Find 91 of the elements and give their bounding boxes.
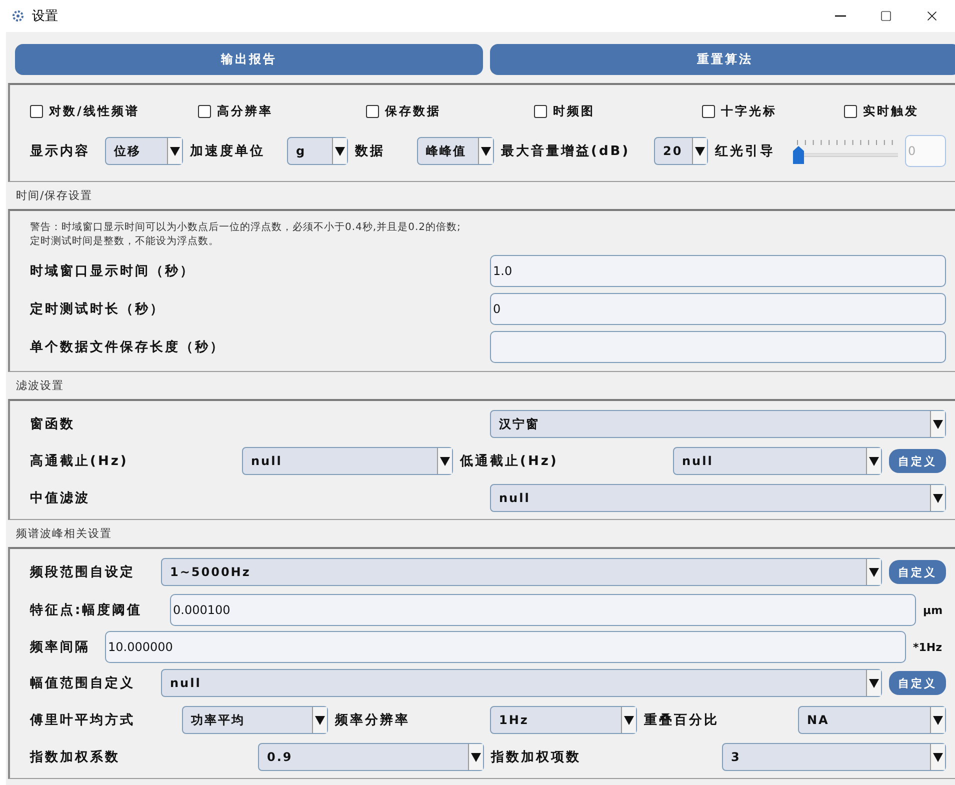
dropdown[interactable]: null — [242, 447, 453, 475]
field-label: 数据 — [355, 143, 386, 160]
checkbox-label: 实时触发 — [863, 102, 919, 120]
dropdown[interactable]: 1Hz — [490, 706, 637, 734]
warning-text: 定时测试时间是整数，不能设为浮点数。 — [30, 235, 220, 249]
caret-icon — [930, 411, 945, 437]
field-label: 加速度单位 — [190, 142, 266, 160]
checkbox-box[interactable] — [844, 104, 857, 118]
checkbox-label: 十字光标 — [721, 102, 777, 120]
dropdown[interactable]: null — [673, 447, 882, 475]
caret-icon — [468, 744, 483, 770]
field-label: 定时测试时长（秒） — [30, 300, 166, 318]
dropdown[interactable]: 20 — [654, 137, 708, 165]
field-label: 频段范围自设定 — [30, 564, 136, 581]
input-field[interactable]: 1.0 — [490, 255, 946, 287]
toolbar-button[interactable]: 重置算法 — [490, 44, 955, 75]
checkbox-label: 时频图 — [553, 102, 595, 120]
section-title: 时间/保存设置 — [15, 188, 94, 204]
field-label: 重叠百分比 — [644, 712, 720, 729]
checkbox[interactable]: 高分辨率 — [198, 102, 366, 120]
checkbox-box[interactable] — [534, 104, 547, 118]
app-icon — [12, 10, 24, 22]
checkbox[interactable]: 实时触发 — [844, 102, 955, 120]
field-label: 幅值范围自定义 — [30, 674, 136, 692]
field-label: 特征点:幅度阈值 — [30, 602, 144, 619]
dropdown[interactable]: 0.9 — [258, 743, 484, 771]
caret-icon — [167, 138, 182, 164]
field-label: 高通截止(Hz) — [30, 452, 130, 470]
warning-text: 警告：时域窗口显示时间可以为小数点后一位的浮点数，必须不小于0.4秒,并且是0.2的倍数; — [30, 221, 462, 235]
field-label: 指数加权系数 — [30, 748, 121, 766]
dropdown[interactable]: 峰峰值 — [417, 137, 494, 165]
window-title: 设置 — [32, 8, 58, 25]
dropdown[interactable]: 1~5000Hz — [161, 558, 882, 586]
checkbox-label: 保存数据 — [385, 102, 441, 120]
toolbar-button[interactable]: 输出报告 — [15, 44, 483, 75]
field-label: 频率分辨率 — [335, 712, 411, 729]
field-label: 窗函数 — [30, 416, 76, 433]
caret-icon — [621, 707, 636, 733]
caret-icon — [692, 138, 707, 164]
checkbox-box[interactable] — [702, 104, 715, 118]
dropdown[interactable]: NA — [798, 706, 946, 734]
input-field[interactable]: 10.000000 — [105, 631, 906, 663]
caret-icon — [312, 707, 327, 733]
custom-button[interactable]: 自定义 — [889, 560, 946, 584]
dropdown[interactable]: null — [490, 484, 946, 512]
custom-button[interactable]: 自定义 — [889, 449, 946, 473]
field-label: 最大音量增益(dB) — [501, 142, 632, 160]
caret-icon — [437, 448, 452, 474]
field-label: 红光引导 — [715, 143, 776, 160]
checkbox-box[interactable] — [366, 104, 379, 118]
field-label: 频率间隔 — [30, 638, 91, 656]
checkbox[interactable]: 对数/线性频谱 — [30, 102, 198, 120]
slider-thumb[interactable] — [793, 146, 804, 164]
input-field[interactable] — [490, 331, 946, 363]
field-label: 傅里叶平均方式 — [30, 712, 136, 729]
field-label: 低通截止(Hz) — [460, 453, 560, 470]
dropdown[interactable]: g — [287, 137, 348, 165]
section-title: 滤波设置 — [15, 378, 65, 394]
field-label: 显示内容 — [30, 142, 91, 160]
caret-icon — [866, 448, 881, 474]
caret-icon — [930, 485, 945, 511]
dropdown[interactable]: 功率平均 — [182, 706, 328, 734]
field-label: 中值滤波 — [30, 490, 91, 507]
checkbox[interactable]: 时频图 — [534, 102, 702, 120]
field-label: 单个数据文件保存长度（秒） — [30, 338, 226, 356]
maximize-icon — [880, 10, 892, 22]
caret-icon — [866, 559, 881, 585]
dropdown[interactable]: null — [161, 669, 882, 697]
custom-button[interactable]: 自定义 — [889, 671, 946, 695]
field-label: 指数加权项数 — [491, 749, 582, 766]
checkbox-box[interactable] — [30, 104, 43, 118]
checkbox-label: 对数/线性频谱 — [49, 102, 140, 120]
caret-icon — [478, 138, 493, 164]
caret-icon — [930, 744, 945, 770]
dropdown[interactable]: 位移 — [105, 137, 183, 165]
checkbox-box[interactable] — [198, 104, 211, 118]
minimize-icon — [834, 15, 846, 17]
unit-label: *1Hz — [913, 640, 944, 654]
section-title: 频谱波峰相关设置 — [15, 526, 113, 542]
input-field[interactable]: 0 — [490, 293, 946, 325]
checkbox[interactable]: 十字光标 — [702, 102, 844, 120]
checkbox-label: 高分辨率 — [217, 102, 273, 120]
unit-label: μm — [923, 604, 944, 616]
input-field[interactable]: 0.000100 — [170, 594, 916, 626]
field-label: 时域窗口显示时间（秒） — [30, 262, 196, 280]
caret-icon — [866, 670, 881, 696]
dropdown[interactable]: 3 — [722, 743, 946, 771]
checkbox[interactable]: 保存数据 — [366, 102, 534, 120]
caret-icon — [930, 707, 945, 733]
caret-icon — [332, 138, 347, 164]
dropdown[interactable]: 汉宁窗 — [490, 410, 946, 438]
